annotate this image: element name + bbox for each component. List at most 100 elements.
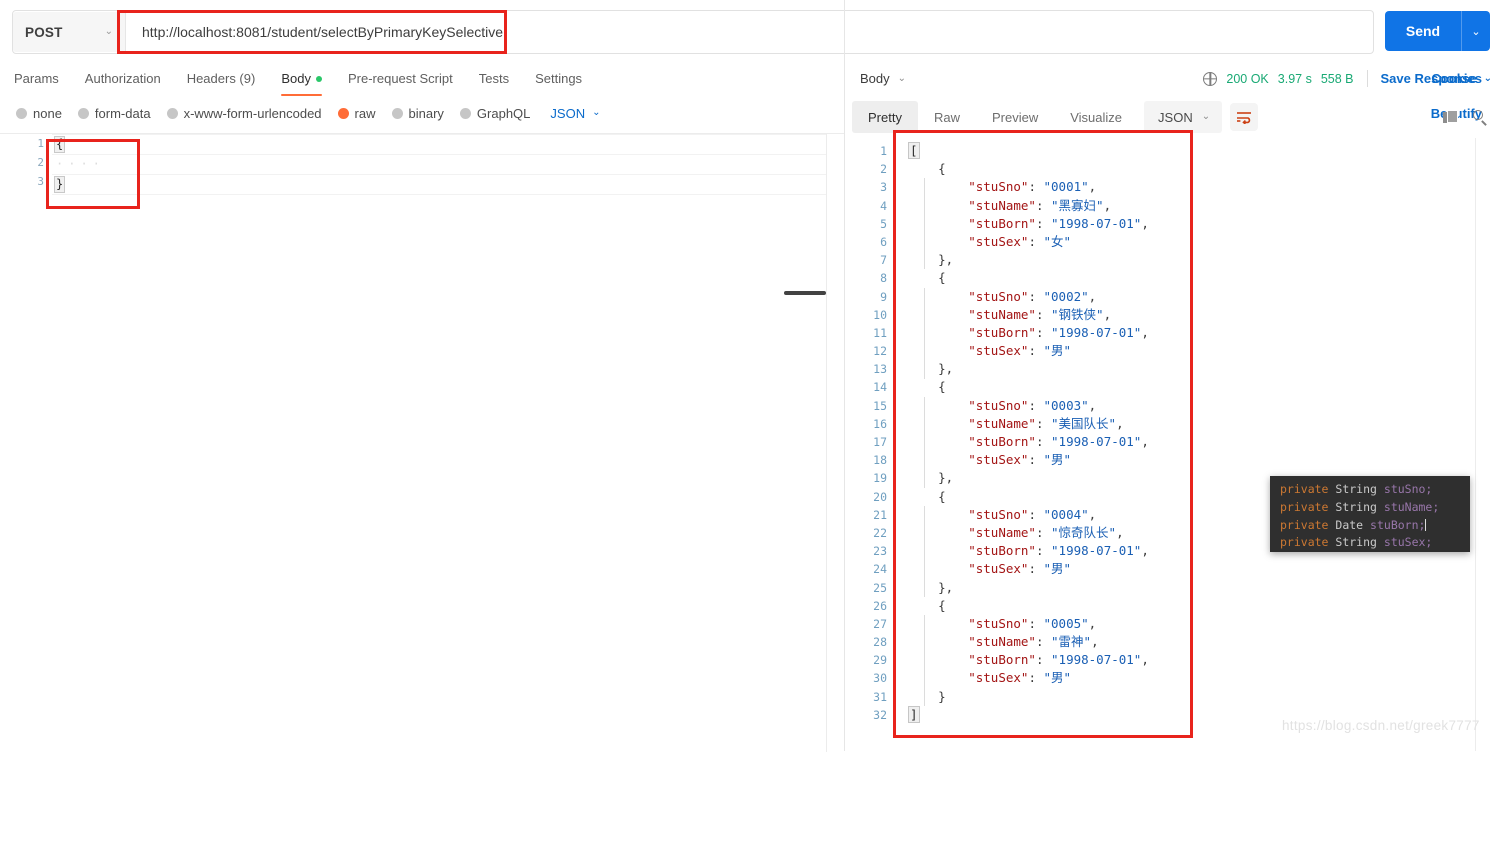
response-body-selector[interactable]: Body ⌄	[860, 71, 906, 86]
response-tab-raw[interactable]: Raw	[918, 101, 976, 133]
code-type: String	[1335, 482, 1377, 496]
body-type-radio-raw[interactable]: raw	[337, 105, 376, 121]
json-key: "stuName"	[968, 197, 1036, 213]
send-options-chevron-icon[interactable]: ⌄	[1462, 11, 1490, 51]
response-json-line: "stuBorn": "1998-07-01",	[908, 651, 1472, 669]
response-line-number: 8	[880, 271, 887, 286]
json-punctuation: ,	[1116, 524, 1124, 540]
request-code-line[interactable]: {	[52, 134, 826, 155]
copy-icon[interactable]	[1443, 110, 1458, 124]
response-line-number: 7	[880, 253, 887, 268]
response-json-code[interactable]: [ { "stuSno": "0001", "stuName": "黑寡妇", …	[908, 142, 1472, 724]
response-line-number: 20	[873, 489, 887, 504]
search-icon[interactable]	[1473, 109, 1488, 125]
json-key: "stuSex"	[968, 561, 1029, 577]
body-type-label: none	[33, 105, 62, 121]
json-punctuation: ,	[1141, 324, 1149, 340]
json-punctuation: :	[1035, 306, 1052, 322]
save-response-button[interactable]: Save Response ⌄	[1381, 71, 1493, 86]
json-value: "女"	[1043, 233, 1072, 249]
request-code-area[interactable]: {····}	[52, 134, 826, 752]
body-type-label: GraphQL	[476, 105, 531, 121]
json-punctuation: :	[1028, 179, 1044, 195]
response-json-line: "stuBorn": "1998-07-01",	[908, 215, 1472, 233]
code-field-name: stuSno;	[1383, 482, 1433, 496]
body-type-label: raw	[354, 105, 376, 121]
http-method-dropdown[interactable]: POST ⌄	[13, 12, 126, 52]
json-key: "stuBorn"	[968, 652, 1036, 668]
response-line-number: 14	[873, 380, 887, 395]
json-value: "男"	[1043, 561, 1072, 577]
request-tab-label: Headers (9)	[186, 71, 256, 86]
response-line-number: 15	[873, 398, 887, 413]
code-overlay-line: private Date stuBorn;	[1280, 517, 1470, 535]
response-body-viewer[interactable]: 1 2 3 4 5 6 7 8 9 10 11 12 13 14 15 16 17 18 19 20 21 22 23 24 2…	[852, 138, 1492, 751]
chevron-down-icon: ⌄	[592, 107, 601, 118]
body-type-label: binary	[408, 105, 444, 121]
body-type-radio-binary[interactable]: binary	[391, 105, 444, 121]
json-value: "1998-07-01"	[1051, 434, 1142, 449]
response-tab-preview[interactable]: Preview	[976, 101, 1054, 133]
json-punctuation: ,	[1141, 652, 1149, 668]
request-tab-tests[interactable]: Tests	[479, 71, 509, 86]
request-tab-label: Tests	[478, 71, 510, 86]
request-tab-authorization[interactable]: Authorization	[85, 71, 161, 86]
response-line-number: 32	[873, 707, 887, 722]
url-input[interactable]: http://localhost:8081/student/selectByPr…	[126, 12, 1373, 52]
response-tab-pretty[interactable]: Pretty	[852, 101, 918, 133]
request-tab-headers-9[interactable]: Headers (9)	[187, 71, 256, 86]
request-code-line[interactable]: ····	[52, 155, 826, 175]
json-value: "雷神"	[1051, 634, 1092, 650]
request-url-bar: POST ⌄ http://localhost:8081/student/sel…	[0, 0, 1510, 62]
request-tab-label: Params	[14, 71, 59, 86]
response-tab-visualize[interactable]: Visualize	[1054, 101, 1138, 133]
code-field-name: stuBorn;	[1370, 517, 1426, 532]
json-punctuation: ,	[1088, 179, 1097, 195]
response-line-number: 10	[873, 307, 887, 322]
body-type-radio-none[interactable]: none	[16, 106, 62, 121]
response-json-line: {	[908, 160, 1472, 178]
response-line-number: 13	[873, 362, 887, 377]
body-type-radio-graphql[interactable]: GraphQL	[459, 105, 531, 121]
radio-icon	[77, 107, 89, 119]
request-tab-label: Body	[281, 71, 311, 86]
response-line-number: 26	[873, 598, 887, 613]
body-type-radio-x-www-form-urlencoded[interactable]: x-www-form-urlencoded	[166, 106, 322, 121]
body-type-radio-form-data[interactable]: form-data	[77, 106, 151, 121]
json-key: "stuSno"	[968, 506, 1029, 522]
response-json-line: }	[908, 688, 1472, 706]
json-value: "男"	[1043, 343, 1072, 359]
response-format-dropdown[interactable]: JSON ⌄	[1144, 101, 1223, 133]
code-type: String	[1335, 535, 1377, 550]
request-body-editor[interactable]: 1 2 3 {····}	[0, 133, 844, 752]
request-tab-pre-request-script[interactable]: Pre-request Script	[348, 71, 453, 86]
json-punctuation: [	[908, 142, 920, 159]
response-line-number: 27	[873, 616, 887, 631]
panel-divider[interactable]	[844, 0, 845, 751]
request-tab-settings[interactable]: Settings	[535, 71, 582, 86]
json-fold-guide	[924, 178, 925, 270]
request-editor-horizontal-scrollbar[interactable]	[784, 291, 826, 295]
response-line-number: 29	[873, 653, 887, 668]
response-line-number: 5	[880, 216, 887, 231]
word-wrap-toggle-button[interactable]	[1230, 103, 1259, 131]
json-value: "男"	[1043, 452, 1072, 468]
json-value: "0004"	[1043, 506, 1089, 522]
response-time: 3.97 s	[1277, 71, 1312, 86]
send-button[interactable]: Send ⌄	[1385, 11, 1490, 51]
response-json-line: "stuBorn": "1998-07-01",	[908, 433, 1472, 451]
response-json-line: "stuSex": "男"	[908, 560, 1472, 578]
request-code-line[interactable]: }	[52, 175, 826, 195]
request-tab-body[interactable]: Body	[281, 71, 322, 96]
json-value: "0005"	[1043, 615, 1089, 631]
json-value: "男"	[1043, 670, 1072, 686]
response-scrollbar-track[interactable]	[1483, 138, 1489, 751]
request-tab-params[interactable]: Params	[14, 71, 59, 86]
raw-format-dropdown[interactable]: JSON ⌄	[550, 106, 600, 121]
